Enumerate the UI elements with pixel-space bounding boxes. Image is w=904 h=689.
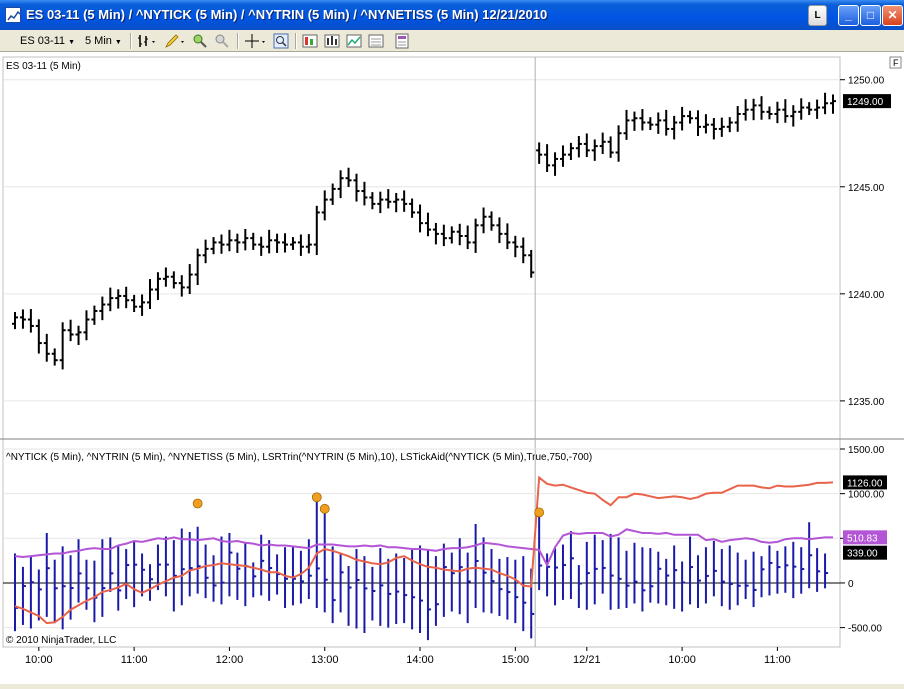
interval-label: 5 Min <box>85 35 112 47</box>
time-axis-label: 15:00 <box>502 654 530 666</box>
time-axis-label: 10:00 <box>25 654 53 666</box>
time-axis-label: 12:00 <box>216 654 244 666</box>
indicators-icon[interactable] <box>324 33 340 49</box>
time-axis-label: 14:00 <box>406 654 434 666</box>
signal-dot <box>534 507 545 518</box>
time-axis-label: 11:00 <box>764 654 791 666</box>
crosshair-icon[interactable] <box>244 33 268 49</box>
time-axis-label: 10:00 <box>668 654 696 666</box>
f-button[interactable]: F <box>889 56 902 69</box>
templates-icon[interactable] <box>394 33 410 49</box>
price-axis-label: 1235.00 <box>848 397 885 408</box>
instrument-label: ES 03-11 <box>20 35 66 47</box>
window-title: ES 03-11 (5 Min) / ^NYTICK (5 Min) / ^NY… <box>26 7 548 22</box>
indicator-axis-label: 1000.00 <box>848 490 885 501</box>
price-panel[interactable] <box>2 56 841 440</box>
chart-toolbar: ES 03-11 ▼ 5 Min ▼ <box>0 30 904 52</box>
pencil-draw-icon[interactable] <box>164 33 186 49</box>
price-panel-label: ES 03-11 (5 Min) <box>6 61 81 72</box>
signal-dot <box>311 492 322 503</box>
zoom-out-icon[interactable] <box>214 33 230 49</box>
link-button[interactable]: L <box>808 5 827 26</box>
chart-app-icon <box>5 7 21 23</box>
indicator-axis-label: 1500.00 <box>848 445 885 456</box>
chevron-down-icon: ▼ <box>68 39 75 46</box>
zoom-in-icon[interactable] <box>192 33 208 49</box>
instrument-selector[interactable]: ES 03-11 ▼ <box>20 32 75 50</box>
maximize-button[interactable]: □ <box>860 5 881 26</box>
chart-properties-icon[interactable] <box>346 33 362 49</box>
price-badge-text: 1249.00 <box>847 97 884 108</box>
f-button-label: F <box>893 58 899 68</box>
chart-window: ES 03-11 (5 Min) / ^NYTICK (5 Min) / ^NY… <box>0 0 904 684</box>
toolbar-separator <box>295 33 297 49</box>
toolbar-separator <box>130 33 132 49</box>
signal-dot <box>319 503 330 514</box>
strategies-icon[interactable] <box>302 33 318 49</box>
indicator-panel-label: ^NYTICK (5 Min), ^NYTRIN (5 Min), ^NYNET… <box>6 452 592 463</box>
bar-type-icon[interactable] <box>137 33 159 49</box>
indicator-axis-label: 0 <box>848 579 854 590</box>
time-axis-label: 12/21 <box>573 654 601 666</box>
close-button[interactable]: ✕ <box>882 5 903 26</box>
indicator-axis-label: -500.00 <box>848 624 882 635</box>
price-axis-label: 1245.00 <box>848 183 885 194</box>
chevron-down-icon: ▼ <box>114 39 122 46</box>
title-bar[interactable]: ES 03-11 (5 Min) / ^NYTICK (5 Min) / ^NY… <box>0 0 904 30</box>
time-axis-label: 11:00 <box>121 654 148 666</box>
chart-canvas[interactable]: ES 03-11 (5 Min) F ^NYTICK (5 Min), ^NYT… <box>0 53 904 684</box>
signal-dot <box>192 498 203 509</box>
copyright-label: © 2010 NinjaTrader, LLC <box>6 635 116 646</box>
price-axis-label: 1240.00 <box>848 290 885 301</box>
interval-selector[interactable]: 5 Min ▼ <box>85 32 122 50</box>
data-box-icon[interactable] <box>368 33 384 49</box>
price-axis-label: 1250.00 <box>848 76 885 87</box>
chart-area[interactable]: ES 03-11 (5 Min) F ^NYTICK (5 Min), ^NYT… <box>0 53 904 684</box>
minimize-button[interactable]: _ <box>838 5 859 26</box>
indicator-badge-text: 339.00 <box>847 549 878 560</box>
time-axis-label: 13:00 <box>311 654 339 666</box>
magnify-icon[interactable] <box>273 33 289 49</box>
indicator-badge-text: 1126.00 <box>847 478 883 489</box>
toolbar-separator <box>237 33 239 49</box>
indicator-badge-text: 510.83 <box>847 533 878 544</box>
